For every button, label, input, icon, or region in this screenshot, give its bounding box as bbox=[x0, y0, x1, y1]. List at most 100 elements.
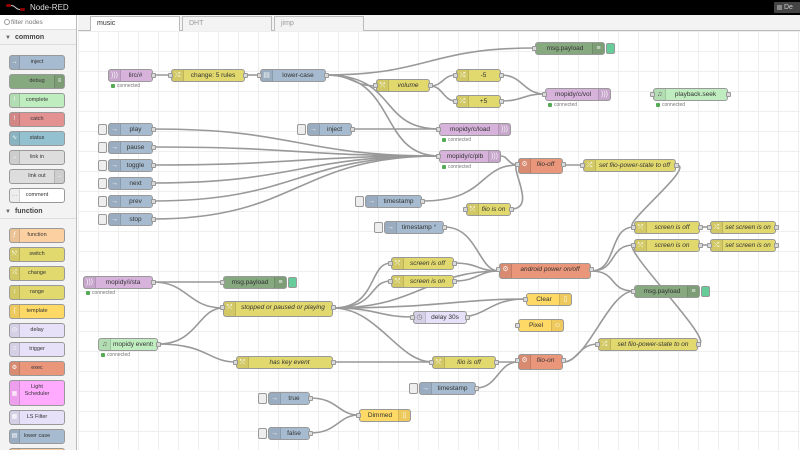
inject-button[interactable] bbox=[409, 383, 418, 394]
change-node-minus5[interactable]: ⤮ -5 bbox=[453, 69, 504, 82]
palette-node-catch[interactable]: ! catch bbox=[9, 112, 65, 127]
arrow-icon: → bbox=[109, 160, 121, 171]
change-node-5-rules[interactable]: ⤮ change: 5 rules bbox=[168, 69, 248, 82]
template-node-pixel[interactable]: Pixel ☺ bbox=[515, 319, 564, 332]
switch-node-volume[interactable]: ⤲ volume bbox=[373, 79, 433, 92]
change-node-set-fiio-on[interactable]: ⤮ set fiio-power-state to on bbox=[595, 338, 701, 351]
palette-node-trigger[interactable]: ⎍ trigger bbox=[9, 342, 65, 357]
palette-node-exec[interactable]: ⚙ exec bbox=[9, 361, 65, 376]
switch-node-fiio-is-off[interactable]: ⤲ fiio is off bbox=[429, 356, 499, 369]
delay-node-30s[interactable]: ◷ delay 30s bbox=[410, 311, 470, 324]
palette-node-link-in[interactable]: → link in bbox=[9, 150, 65, 165]
mqtt-out-plb[interactable]: mopidy/c/plb))) bbox=[436, 150, 501, 163]
play-node-playback-seek[interactable]: ♫ playback.seek bbox=[650, 88, 731, 101]
inject-node-timestamp-3[interactable]: → timestamp bbox=[409, 382, 479, 395]
mqtt-in-lirc[interactable]: ))) lirc/# bbox=[108, 69, 156, 82]
inject-button[interactable] bbox=[355, 196, 364, 207]
inject-button[interactable] bbox=[98, 196, 107, 207]
palette-node-debug[interactable]: debug ≡ bbox=[9, 74, 65, 89]
inject-button[interactable] bbox=[98, 214, 107, 225]
switch-node-screen-is-off-2[interactable]: ⤲ screen is off bbox=[388, 257, 457, 270]
inject-node-inject[interactable]: → inject bbox=[297, 123, 355, 136]
exec-node-fiio-off[interactable]: ⚙ fiio-off bbox=[515, 158, 566, 174]
change-node-set-screen-on-2[interactable]: ⤮ set screen is on bbox=[707, 239, 779, 252]
switch-icon: ⤲ bbox=[433, 357, 445, 368]
output-port bbox=[452, 279, 457, 284]
tab-music[interactable]: music bbox=[90, 16, 180, 32]
switch-node-screen-is-off-1[interactable]: ⤲ screen is off bbox=[631, 221, 703, 234]
switch-node-has-key-event[interactable]: ⤲ has key event bbox=[233, 356, 336, 369]
input-port bbox=[707, 225, 712, 230]
palette-node-lower-case[interactable]: ▤ lower case bbox=[9, 429, 65, 444]
inject-node-timestamp-1[interactable]: → timestamp bbox=[355, 195, 425, 208]
mopidy-events-node[interactable]: ♫ mopidy events bbox=[98, 338, 161, 351]
gear-icon: ⚙ bbox=[10, 362, 20, 375]
status-text: connected bbox=[448, 164, 472, 170]
switch-node-stopped-paused-playing[interactable]: ⤲ stopped or paused or playing bbox=[220, 301, 336, 317]
debug-toggle[interactable] bbox=[288, 277, 297, 288]
inject-button[interactable] bbox=[297, 124, 306, 135]
palette-node-function[interactable]: ƒ function bbox=[9, 228, 65, 243]
category-function[interactable]: ▼ function bbox=[0, 205, 76, 219]
palette-node-delay[interactable]: ◷ delay bbox=[9, 323, 65, 338]
status-text: connected bbox=[117, 83, 141, 89]
template-node-clear[interactable]: Clear ▯ bbox=[523, 293, 572, 306]
deploy-button[interactable]: De bbox=[774, 2, 800, 13]
palette-node-switch[interactable]: ⤲ switch bbox=[9, 247, 65, 262]
palette-node-range[interactable]: ↕ range bbox=[9, 285, 65, 300]
debug-node-msg-payload-mid[interactable]: msg.payload ≡ bbox=[220, 276, 297, 289]
inject-button[interactable] bbox=[98, 160, 107, 171]
exec-node-android-power[interactable]: ⚙ android power on/off bbox=[496, 263, 594, 279]
flow-workspace[interactable]: msg.payload ≡ ))) lirc/# connected ⤮ change… bbox=[78, 31, 800, 450]
palette-node-change[interactable]: ⤮ change bbox=[9, 266, 65, 281]
input-port bbox=[650, 92, 655, 97]
inject-node-play[interactable]: → play bbox=[98, 123, 156, 136]
palette-node-link-out[interactable]: link out → bbox=[9, 169, 65, 184]
inject-button[interactable] bbox=[98, 178, 107, 189]
inject-node-timestamp-2[interactable]: → timestamp ° bbox=[374, 221, 447, 234]
switch-node-screen-is-on-1[interactable]: ⤲ screen is on bbox=[631, 239, 703, 252]
inject-node-false[interactable]: → false bbox=[258, 427, 313, 440]
change-node-plus5[interactable]: ⤮ +5 bbox=[453, 95, 504, 108]
palette-node-inject[interactable]: → inject bbox=[9, 55, 65, 70]
change-node-set-fiio-off[interactable]: ⤮ set fiio-power-state to off bbox=[580, 159, 679, 172]
palette-node-light-scheduler[interactable]: ▦ Light Scheduler bbox=[9, 380, 65, 406]
tab-dht[interactable]: DHT bbox=[182, 16, 272, 31]
category-common[interactable]: ▼ common bbox=[0, 31, 76, 45]
tab-jimp[interactable]: jimp bbox=[274, 16, 364, 31]
palette-node-comment[interactable]: … comment bbox=[9, 188, 65, 203]
debug-node-msg-payload-top[interactable]: msg.payload ≡ bbox=[532, 42, 615, 55]
mqtt-out-load[interactable]: mopidy/c/load))) bbox=[436, 123, 511, 136]
template-node-dimmed[interactable]: Dimmed ▯ bbox=[356, 409, 411, 422]
filter-nodes-input[interactable] bbox=[11, 17, 73, 28]
inject-button[interactable] bbox=[258, 393, 267, 404]
inject-node-pause[interactable]: → pause bbox=[98, 141, 156, 154]
palette-node-ls-filter[interactable]: ▦ LS Filter bbox=[9, 410, 65, 425]
switch-node-fiio-is-on[interactable]: ⤲ fiio is on bbox=[463, 203, 514, 216]
switch-icon: ⤲ bbox=[635, 222, 647, 233]
change-node-set-screen-on-1[interactable]: ⤮ set screen is on bbox=[707, 221, 779, 234]
debug-toggle[interactable] bbox=[606, 43, 615, 54]
mqtt-in-mopidy-ista[interactable]: ))) mopidy/i/sta bbox=[83, 276, 156, 289]
palette-node-status[interactable]: ∿ status bbox=[9, 131, 65, 146]
palette-node-complete[interactable]: ! complete bbox=[9, 93, 65, 108]
lower-case-node[interactable]: ▤ lower-case bbox=[257, 69, 329, 82]
mqtt-out-vol[interactable]: mopidy/c/vol))) bbox=[542, 88, 611, 101]
output-port bbox=[151, 73, 156, 78]
inject-button[interactable] bbox=[374, 222, 383, 233]
switch-node-screen-is-on-2[interactable]: ⤲ screen is on bbox=[388, 275, 457, 288]
inject-button[interactable] bbox=[258, 428, 267, 439]
debug-node-msg-payload-right[interactable]: msg.payload ≡ bbox=[631, 285, 710, 298]
inject-node-prev[interactable]: → prev bbox=[98, 195, 156, 208]
exec-node-fiio-on[interactable]: ⚙ fiio-on bbox=[515, 354, 566, 370]
gear-icon: ⚙ bbox=[519, 355, 531, 369]
inject-node-stop[interactable]: → stop bbox=[98, 213, 156, 226]
output-port bbox=[696, 342, 701, 347]
debug-toggle[interactable] bbox=[701, 286, 710, 297]
inject-node-true[interactable]: → true bbox=[258, 392, 313, 405]
inject-button[interactable] bbox=[98, 142, 107, 153]
inject-node-toggle[interactable]: → toggle bbox=[98, 159, 156, 172]
palette-node-template[interactable]: {template bbox=[9, 304, 65, 319]
inject-node-next[interactable]: → next bbox=[98, 177, 156, 190]
inject-button[interactable] bbox=[98, 124, 107, 135]
